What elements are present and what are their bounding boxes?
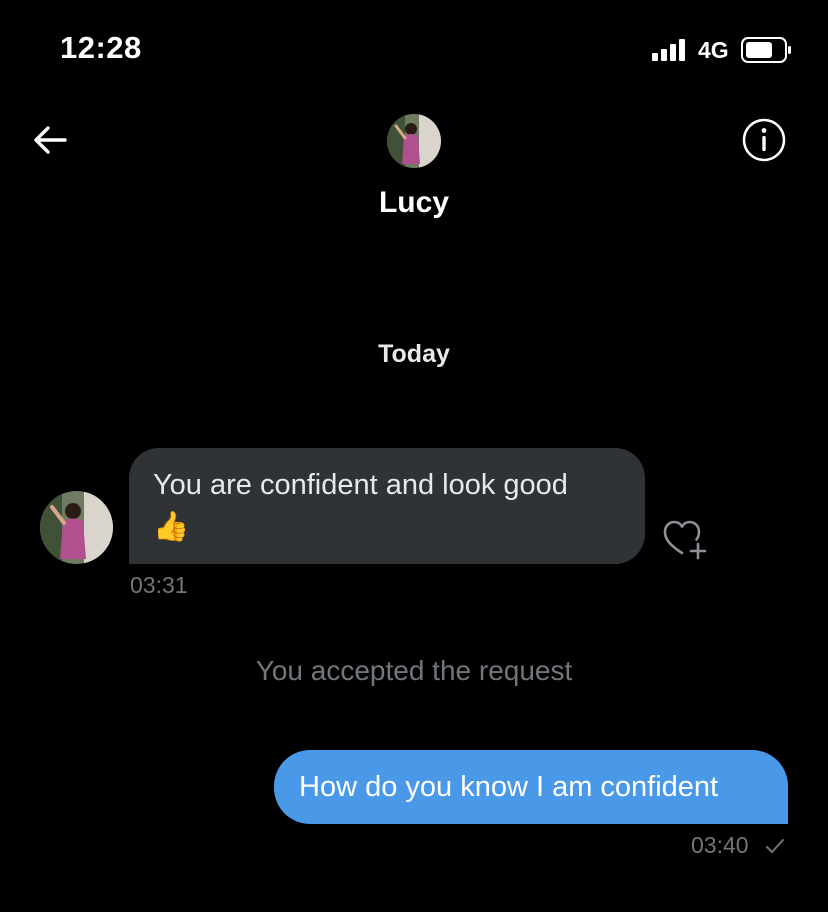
thumbs-up-emoji: 👍 — [153, 511, 190, 543]
incoming-timestamp: 03:31 — [130, 572, 188, 598]
outgoing-timestamp: 03:40 — [691, 832, 749, 858]
outgoing-message-text: How do you know I am confident — [299, 771, 719, 803]
battery-icon — [741, 37, 791, 63]
status-time: 12:28 — [60, 30, 142, 65]
avatar[interactable] — [387, 114, 441, 168]
checkmark-icon — [766, 839, 784, 853]
back-arrow-icon[interactable] — [30, 120, 70, 160]
request-accepted-note: You accepted the request — [255, 655, 573, 686]
outgoing-message-bubble[interactable]: How do you know I am confident — [274, 750, 788, 824]
heart-plus-icon[interactable] — [661, 517, 707, 561]
incoming-message-bubble[interactable]: You are confident and look good 👍 — [129, 448, 645, 564]
sender-avatar[interactable] — [40, 491, 113, 564]
network-type: 4G — [698, 37, 729, 63]
date-separator: Today — [378, 340, 450, 368]
info-icon[interactable] — [741, 117, 787, 163]
contact-name[interactable]: Lucy — [0, 186, 828, 220]
incoming-message-text: You are confident and look good — [153, 469, 568, 501]
signal-icon — [652, 39, 685, 61]
